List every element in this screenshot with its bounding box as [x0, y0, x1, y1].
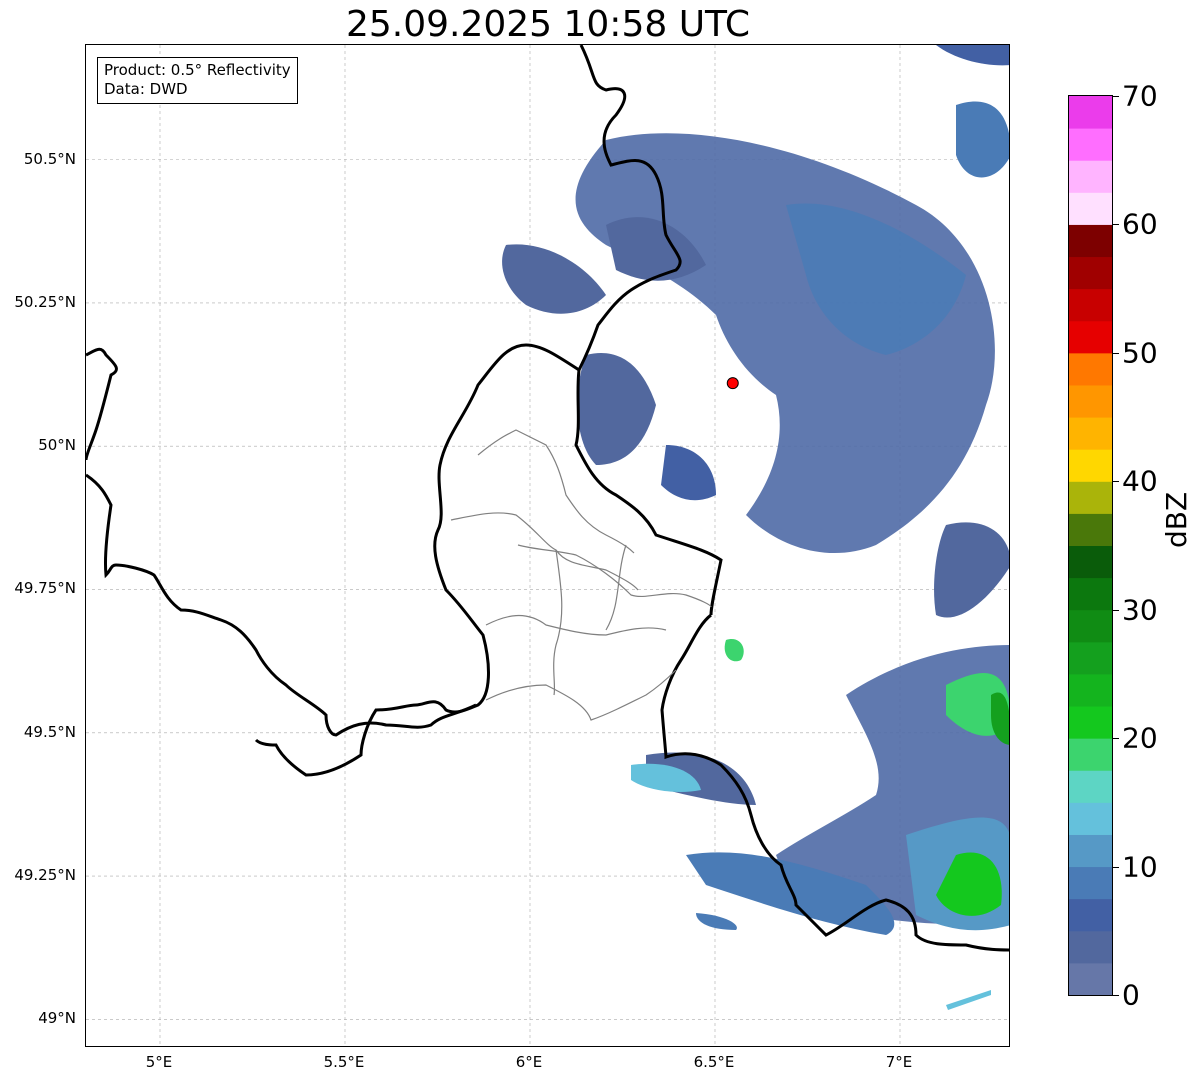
colorbar-tick-label: 60 — [1122, 207, 1158, 241]
colorbar-segment — [1069, 481, 1112, 514]
echo-area — [577, 353, 656, 465]
colorbar-title: dBZ — [1160, 491, 1193, 548]
lat-tick-label: 49.5°N — [23, 722, 76, 741]
border-line — [254, 343, 580, 777]
colorbar-segment — [1069, 288, 1112, 322]
colorbar-segment — [1069, 866, 1112, 900]
colorbar-tick — [1113, 995, 1119, 996]
colorbar-segment — [1069, 545, 1112, 579]
lon-tick-label: 5.5°E — [323, 1053, 365, 1071]
echo-area — [956, 101, 1009, 178]
colorbar-segment — [1069, 352, 1112, 386]
lat-tick-label: 50.25°N — [14, 292, 76, 311]
map-panel[interactable] — [85, 44, 1010, 1047]
colorbar-segment — [1069, 898, 1112, 932]
colorbar-tick — [1113, 224, 1119, 226]
colorbar-segment — [1069, 224, 1112, 258]
map-title: 25.09.2025 10:58 UTC — [345, 4, 751, 45]
colorbar-tick-label: 40 — [1122, 464, 1158, 498]
colorbar-segment — [1069, 384, 1112, 418]
colorbar-segment — [1069, 128, 1112, 161]
colorbar-segment — [1069, 738, 1112, 771]
colorbar-tick-label: 0 — [1122, 978, 1140, 1012]
colorbar-segment — [1069, 834, 1112, 868]
colorbar-segment — [1069, 673, 1112, 707]
lat-tick-label: 49.25°N — [14, 866, 76, 885]
colorbar-tick — [1113, 352, 1119, 354]
echo-area — [575, 133, 995, 554]
colorbar-segment — [1069, 609, 1112, 643]
colorbar-tick-label: 10 — [1122, 850, 1158, 884]
echo-area — [936, 45, 1009, 66]
colorbar-scale — [1069, 96, 1112, 995]
colorbar-segment — [1069, 802, 1112, 835]
product-info-box: Product: 0.5° Reflectivity Data: DWD — [97, 57, 298, 104]
colorbar-tick — [1113, 738, 1119, 740]
echo-area — [934, 522, 1009, 618]
colorbar-tick-label: 50 — [1122, 336, 1158, 370]
echo-area — [696, 913, 737, 930]
colorbar-segment — [1069, 320, 1112, 354]
radar-map[interactable] — [86, 45, 1010, 1047]
colorbar-tick-label: 70 — [1122, 79, 1158, 113]
colorbar-tick — [1113, 866, 1119, 868]
colorbar-tick — [1113, 481, 1119, 483]
lat-tick-label: 49.75°N — [14, 579, 76, 598]
colorbar-segment — [1069, 160, 1112, 193]
colorbar-segment — [1069, 192, 1112, 225]
colorbar-segment — [1069, 96, 1112, 129]
border-line — [86, 473, 477, 737]
product-label: Product: 0.5° Reflectivity — [104, 61, 291, 79]
colorbar-segment — [1069, 641, 1112, 675]
colorbar — [1068, 95, 1113, 996]
echo-area — [661, 445, 716, 501]
border-line — [574, 45, 723, 616]
colorbar-segment — [1069, 449, 1112, 482]
colorbar-tick-label: 30 — [1122, 593, 1158, 627]
colorbar-segment — [1069, 577, 1112, 611]
colorbar-tick — [1113, 96, 1119, 97]
lat-tick-label: 49°N — [38, 1009, 76, 1028]
echo-area — [946, 990, 991, 1010]
colorbar-segment — [1069, 770, 1112, 803]
echo-area — [502, 244, 606, 314]
colorbar-tick — [1113, 609, 1119, 611]
colorbar-segment — [1069, 706, 1112, 739]
colorbar-segment — [1069, 930, 1112, 964]
colorbar-segment — [1069, 417, 1112, 450]
colorbar-tick-label: 20 — [1122, 721, 1158, 755]
border-line — [86, 347, 118, 461]
radar-site-marker[interactable] — [726, 377, 739, 390]
lon-tick-label: 7°E — [885, 1053, 913, 1071]
echo-area — [724, 639, 744, 662]
lat-tick-label: 50°N — [38, 436, 76, 455]
lon-tick-label: 6°E — [515, 1053, 543, 1071]
lon-tick-label: 5°E — [145, 1053, 173, 1071]
lat-tick-label: 50.5°N — [23, 149, 76, 168]
lon-tick-label: 6.5°E — [693, 1053, 735, 1071]
colorbar-segment — [1069, 513, 1112, 546]
data-source-label: Data: DWD — [104, 80, 188, 98]
colorbar-segment — [1069, 962, 1112, 995]
reflectivity-echoes — [502, 45, 1009, 1010]
colorbar-segment — [1069, 256, 1112, 290]
